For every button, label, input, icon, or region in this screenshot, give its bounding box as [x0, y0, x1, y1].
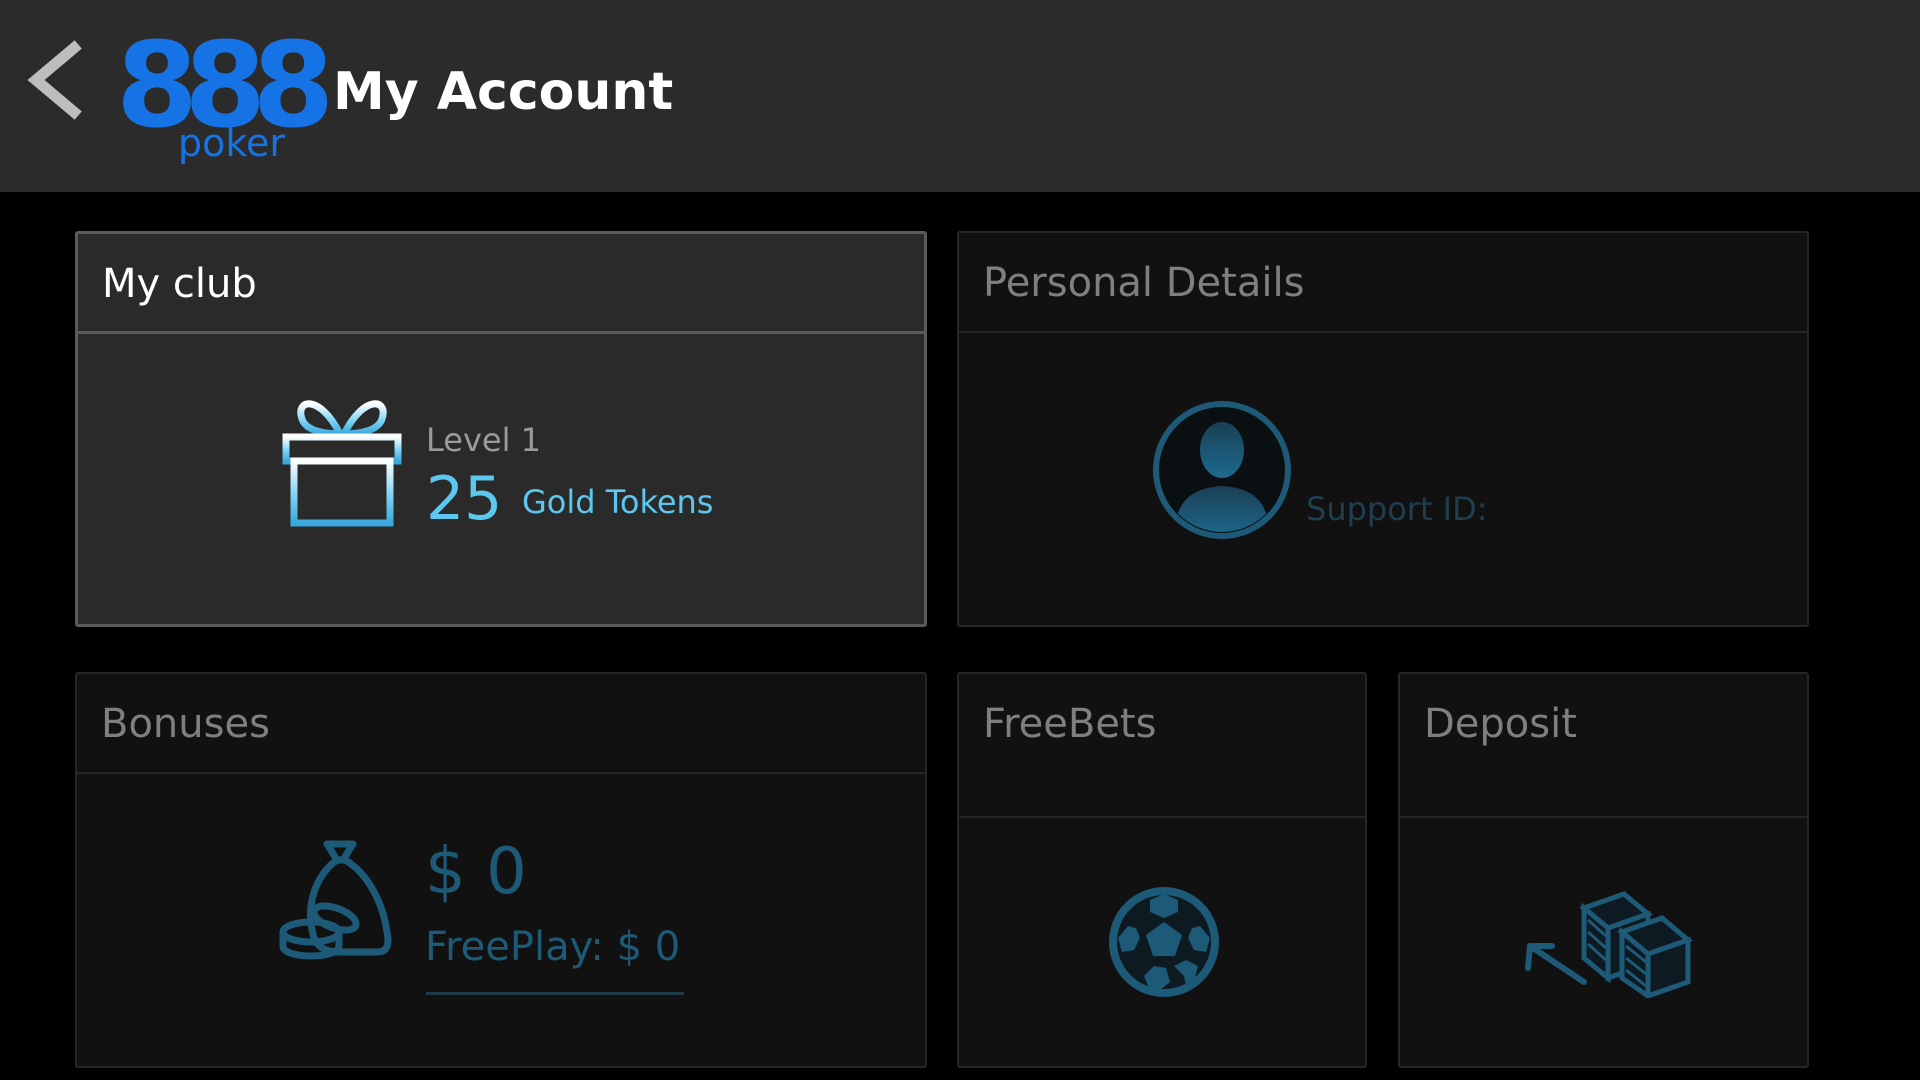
app-header: 888 poker My Account — [0, 0, 1920, 192]
personal-details-card[interactable]: Personal Details Support ID: — [957, 231, 1809, 627]
soccer-ball-icon — [1109, 887, 1219, 997]
888poker-logo[interactable]: 888 poker — [116, 26, 334, 174]
card-title: Bonuses — [101, 701, 270, 747]
card-header: Personal Details — [959, 233, 1807, 333]
card-header: Deposit — [1400, 674, 1807, 818]
card-title: Deposit — [1424, 701, 1577, 747]
freebets-card[interactable]: FreeBets — [957, 672, 1367, 1068]
card-title: FreeBets — [983, 701, 1157, 747]
gold-tokens-value: 25 — [426, 464, 503, 534]
user-avatar-icon — [1153, 401, 1291, 539]
card-title: Personal Details — [983, 260, 1305, 306]
logo-word: poker — [178, 121, 286, 165]
chevron-left-icon — [27, 40, 82, 120]
card-header: FreeBets — [959, 674, 1365, 818]
back-button[interactable] — [22, 40, 92, 120]
freeplay-amount: FreePlay: $ 0 — [425, 924, 681, 970]
freeplay-underline — [426, 992, 684, 995]
bonuses-card[interactable]: Bonuses $ 0 FreePlay: $ 0 — [75, 672, 927, 1068]
support-id-label: Support ID: — [1306, 490, 1488, 528]
gift-icon — [282, 400, 402, 527]
money-bag-icon — [279, 840, 392, 960]
my-club-card[interactable]: My club Level 1 25 Gold Tokens — [75, 231, 927, 627]
card-title: My club — [102, 261, 257, 307]
deposit-card[interactable]: Deposit — [1398, 672, 1809, 1068]
club-level: Level 1 — [426, 421, 541, 459]
card-header: My club — [78, 234, 924, 334]
cash-stack-icon — [1525, 891, 1693, 998]
page-title: My Account — [333, 62, 674, 122]
gold-tokens-label: Gold Tokens — [522, 483, 714, 521]
bonus-amount: $ 0 — [425, 835, 527, 909]
card-header: Bonuses — [77, 674, 925, 774]
